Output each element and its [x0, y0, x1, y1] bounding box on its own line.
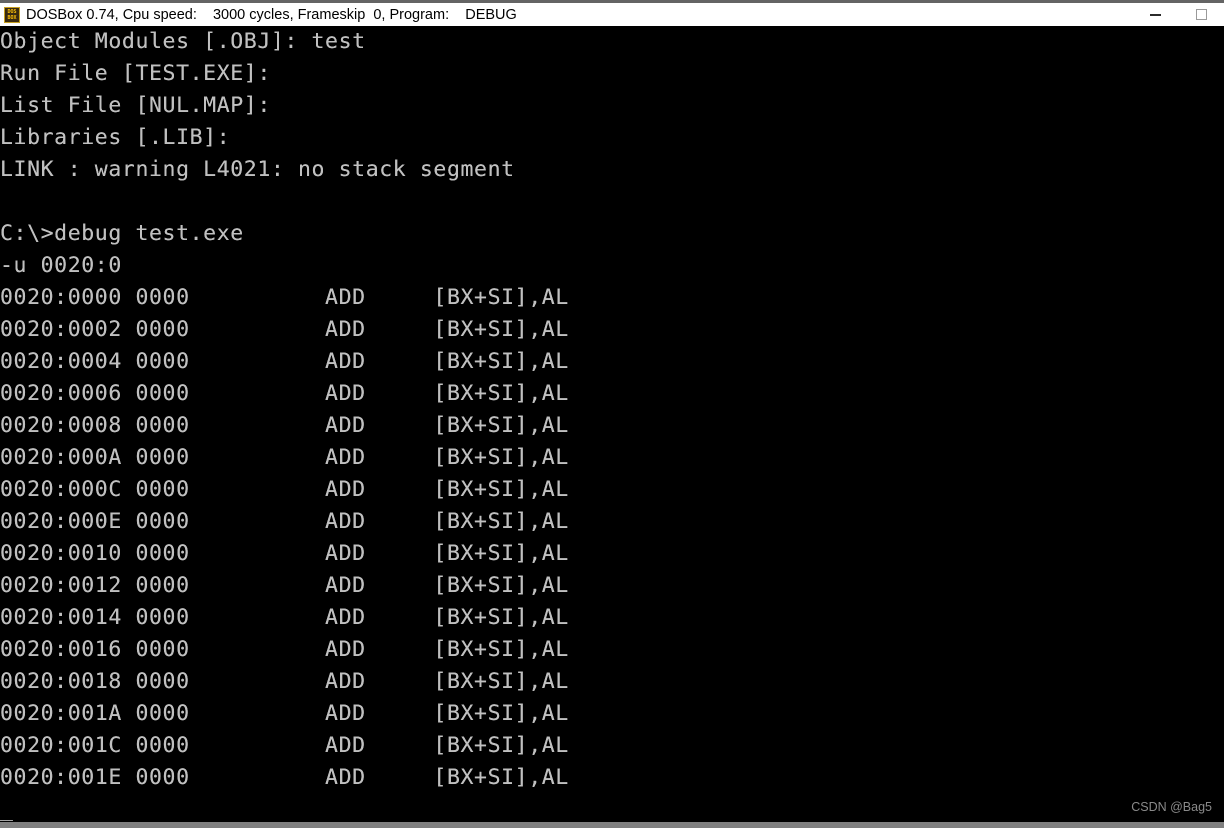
terminal-line: C:\>debug test.exe [0, 221, 244, 246]
terminal-line: 0020:0010 0000 ADD [BX+SI],AL [0, 541, 569, 566]
dosbox-window: DOS BOX DOSBox 0.74, Cpu speed: 3000 cyc… [0, 0, 1224, 828]
terminal-line: 0020:000A 0000 ADD [BX+SI],AL [0, 445, 569, 470]
terminal-line: 0020:001A 0000 ADD [BX+SI],AL [0, 701, 569, 726]
terminal-line: 0020:0014 0000 ADD [BX+SI],AL [0, 605, 569, 630]
terminal-line: List File [NUL.MAP]: [0, 93, 271, 118]
terminal-line: -u 0020:0 [0, 253, 122, 278]
dos-terminal-output[interactable]: Object Modules [.OBJ]: test Run File [TES… [0, 26, 1224, 822]
terminal-line: Libraries [.LIB]: [0, 125, 231, 150]
dosbox-icon-line2: BOX [7, 14, 17, 21]
terminal-line: LINK : warning L4021: no stack segment [0, 157, 515, 182]
terminal-line: 0020:0000 0000 ADD [BX+SI],AL [0, 285, 569, 310]
terminal-line: Object Modules [.OBJ]: test [0, 29, 366, 54]
watermark: CSDN @Bag5 [1131, 800, 1212, 814]
terminal-line: 0020:000E 0000 ADD [BX+SI],AL [0, 509, 569, 534]
maximize-icon [1195, 9, 1207, 20]
terminal-line-list: Object Modules [.OBJ]: test Run File [TES… [0, 26, 1224, 794]
minimize-button[interactable] [1132, 3, 1178, 26]
minimize-icon [1149, 13, 1161, 16]
titlebar[interactable]: DOS BOX DOSBox 0.74, Cpu speed: 3000 cyc… [0, 3, 1224, 26]
window-bottom-border [0, 822, 1224, 828]
terminal-line: 0020:0008 0000 ADD [BX+SI],AL [0, 413, 569, 438]
terminal-cursor: _ [0, 797, 14, 822]
terminal-line: 0020:0012 0000 ADD [BX+SI],AL [0, 573, 569, 598]
terminal-line: 0020:0002 0000 ADD [BX+SI],AL [0, 317, 569, 342]
terminal-line: 0020:0004 0000 ADD [BX+SI],AL [0, 349, 569, 374]
maximize-button[interactable] [1178, 3, 1224, 26]
terminal-line: 0020:0018 0000 ADD [BX+SI],AL [0, 669, 569, 694]
terminal-line: 0020:0006 0000 ADD [BX+SI],AL [0, 381, 569, 406]
terminal-line: Run File [TEST.EXE]: [0, 61, 271, 86]
window-title: DOSBox 0.74, Cpu speed: 3000 cycles, Fra… [26, 6, 517, 23]
terminal-line: 0020:001E 0000 ADD [BX+SI],AL [0, 765, 569, 790]
dosbox-app-icon[interactable]: DOS BOX [4, 6, 20, 23]
terminal-line: 0020:000C 0000 ADD [BX+SI],AL [0, 477, 569, 502]
terminal-line: 0020:001C 0000 ADD [BX+SI],AL [0, 733, 569, 758]
terminal-line: 0020:0016 0000 ADD [BX+SI],AL [0, 637, 569, 662]
